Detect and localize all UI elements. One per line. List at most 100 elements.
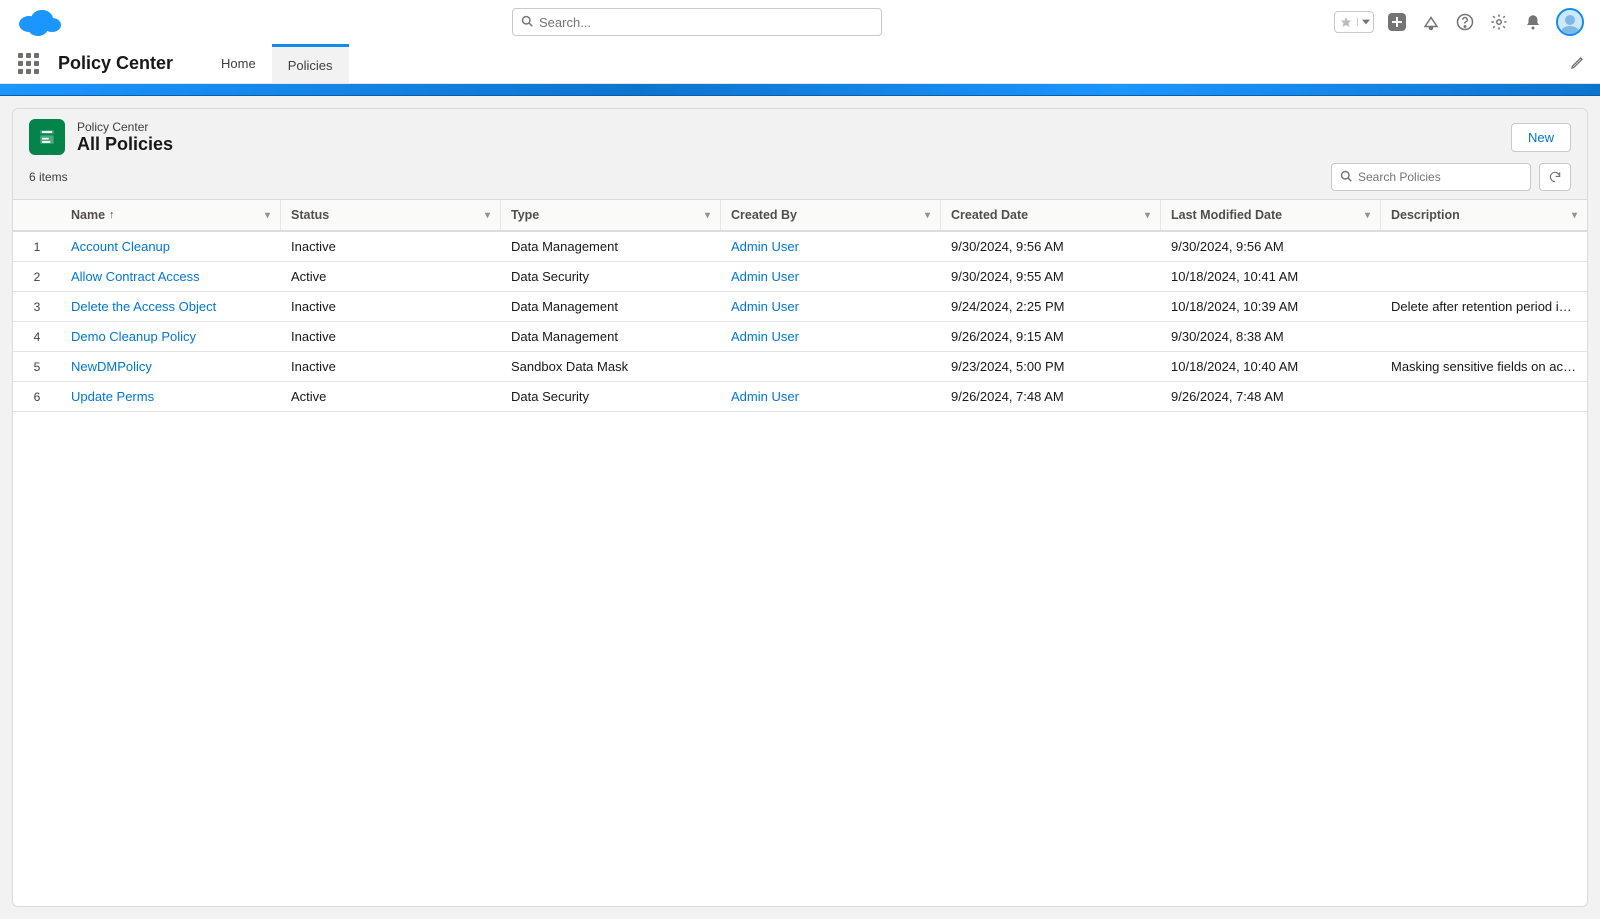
cell-modified-date: 10/18/2024, 10:41 AM [1161,269,1381,284]
policy-name-link[interactable]: Account Cleanup [71,239,170,254]
cell-created-by: Admin User [721,269,941,284]
created-by-link[interactable]: Admin User [731,329,799,344]
chevron-down-icon: ▾ [1572,210,1577,221]
policy-name-link[interactable]: Update Perms [71,389,154,404]
page-subheader: 6 items [13,157,1587,199]
cell-status: Inactive [281,299,501,314]
col-name[interactable]: Name ↑ ▾ [61,200,281,230]
search-icon [1340,170,1352,185]
edit-pencil-icon[interactable] [1570,54,1586,73]
table-body: 1 Account Cleanup Inactive Data Manageme… [13,232,1587,412]
col-created-date[interactable]: Created Date ▾ [941,200,1161,230]
cell-type: Data Management [501,329,721,344]
global-search-input[interactable] [539,15,873,30]
page-body: Policy Center All Policies New 6 items [0,96,1600,919]
col-last-modified-label: Last Modified Date [1171,208,1282,222]
cell-name: Delete the Access Object [61,299,281,314]
cell-modified-date: 9/26/2024, 7:48 AM [1161,389,1381,404]
page-overline: Policy Center [77,120,173,134]
cell-created-date: 9/30/2024, 9:56 AM [941,239,1161,254]
col-type-label: Type [511,208,539,222]
app-launcher-icon[interactable] [16,52,40,76]
col-status[interactable]: Status ▾ [281,200,501,230]
row-number: 3 [13,300,61,314]
table-row: 3 Delete the Access Object Inactive Data… [13,292,1587,322]
cell-created-date: 9/30/2024, 9:55 AM [941,269,1161,284]
cell-type: Data Management [501,299,721,314]
search-icon [521,15,533,30]
col-name-label: Name [71,208,105,222]
notifications-bell-icon[interactable] [1522,11,1544,33]
created-by-link[interactable]: Admin User [731,269,799,284]
table-row: 5 NewDMPolicy Inactive Sandbox Data Mask… [13,352,1587,382]
list-search-input[interactable] [1358,170,1522,184]
row-number: 2 [13,270,61,284]
new-button[interactable]: New [1511,123,1571,152]
chevron-down-icon: ▾ [485,210,490,221]
cell-modified-date: 10/18/2024, 10:40 AM [1161,359,1381,374]
cell-created-by: Admin User [721,239,941,254]
nav-tab-policies[interactable]: Policies [272,44,349,83]
cell-modified-date: 10/18/2024, 10:39 AM [1161,299,1381,314]
arrow-up-icon: ↑ [109,209,115,221]
title-group: Policy Center All Policies [77,120,173,155]
cell-created-by: Admin User [721,299,941,314]
cell-status: Active [281,389,501,404]
cell-name: Update Perms [61,389,281,404]
col-rownum [13,200,61,230]
created-by-link[interactable]: Admin User [731,389,799,404]
global-search[interactable] [512,8,882,36]
chevron-down-icon: ▾ [1145,210,1150,221]
app-title: Policy Center [58,53,173,74]
cell-name: Demo Cleanup Policy [61,329,281,344]
refresh-button[interactable] [1539,163,1571,191]
table-row: 4 Demo Cleanup Policy Inactive Data Mana… [13,322,1587,352]
policy-name-link[interactable]: Delete the Access Object [71,299,216,314]
cell-created-date: 9/26/2024, 9:15 AM [941,329,1161,344]
policy-name-link[interactable]: NewDMPolicy [71,359,152,374]
page-header: Policy Center All Policies New [13,109,1587,157]
cell-name: Account Cleanup [61,239,281,254]
nav-tab-home[interactable]: Home [205,44,272,83]
created-by-link[interactable]: Admin User [731,239,799,254]
help-icon[interactable] [1454,11,1476,33]
list-search[interactable] [1331,163,1531,191]
row-number: 4 [13,330,61,344]
table-row: 1 Account Cleanup Inactive Data Manageme… [13,232,1587,262]
cell-type: Sandbox Data Mask [501,359,721,374]
cell-status: Inactive [281,329,501,344]
col-last-modified[interactable]: Last Modified Date ▾ [1161,200,1381,230]
cell-description: Delete after retention period is met [1381,299,1587,314]
list-card: Policy Center All Policies New 6 items [12,108,1588,907]
global-add-button[interactable] [1386,11,1408,33]
star-icon [1335,16,1357,28]
setup-gear-icon[interactable] [1488,11,1510,33]
chevron-down-icon: ▾ [705,210,710,221]
table-header: Name ↑ ▾ Status ▾ Type ▾ Created By ▾ [13,200,1587,232]
cell-name: Allow Contract Access [61,269,281,284]
cell-created-by: Admin User [721,389,941,404]
col-type[interactable]: Type ▾ [501,200,721,230]
col-status-label: Status [291,208,329,222]
col-created-date-label: Created Date [951,208,1028,222]
page-title: All Policies [77,134,173,155]
user-avatar[interactable] [1556,8,1584,36]
header-utilities [1334,8,1584,36]
table-row: 6 Update Perms Active Data Security Admi… [13,382,1587,412]
cell-type: Data Security [501,269,721,284]
col-description[interactable]: Description ▾ [1381,200,1587,230]
created-by-link[interactable]: Admin User [731,299,799,314]
favorites-button[interactable] [1334,11,1374,33]
cell-status: Inactive [281,239,501,254]
global-header [0,0,1600,44]
col-created-by-label: Created By [731,208,797,222]
policy-name-link[interactable]: Demo Cleanup Policy [71,329,196,344]
policy-name-link[interactable]: Allow Contract Access [71,269,200,284]
chevron-down-icon [1357,18,1373,26]
salesforce-logo [16,7,64,37]
context-ribbon [0,84,1600,96]
cell-modified-date: 9/30/2024, 9:56 AM [1161,239,1381,254]
col-created-by[interactable]: Created By ▾ [721,200,941,230]
guidance-center-icon[interactable] [1420,11,1442,33]
cell-modified-date: 9/30/2024, 8:38 AM [1161,329,1381,344]
